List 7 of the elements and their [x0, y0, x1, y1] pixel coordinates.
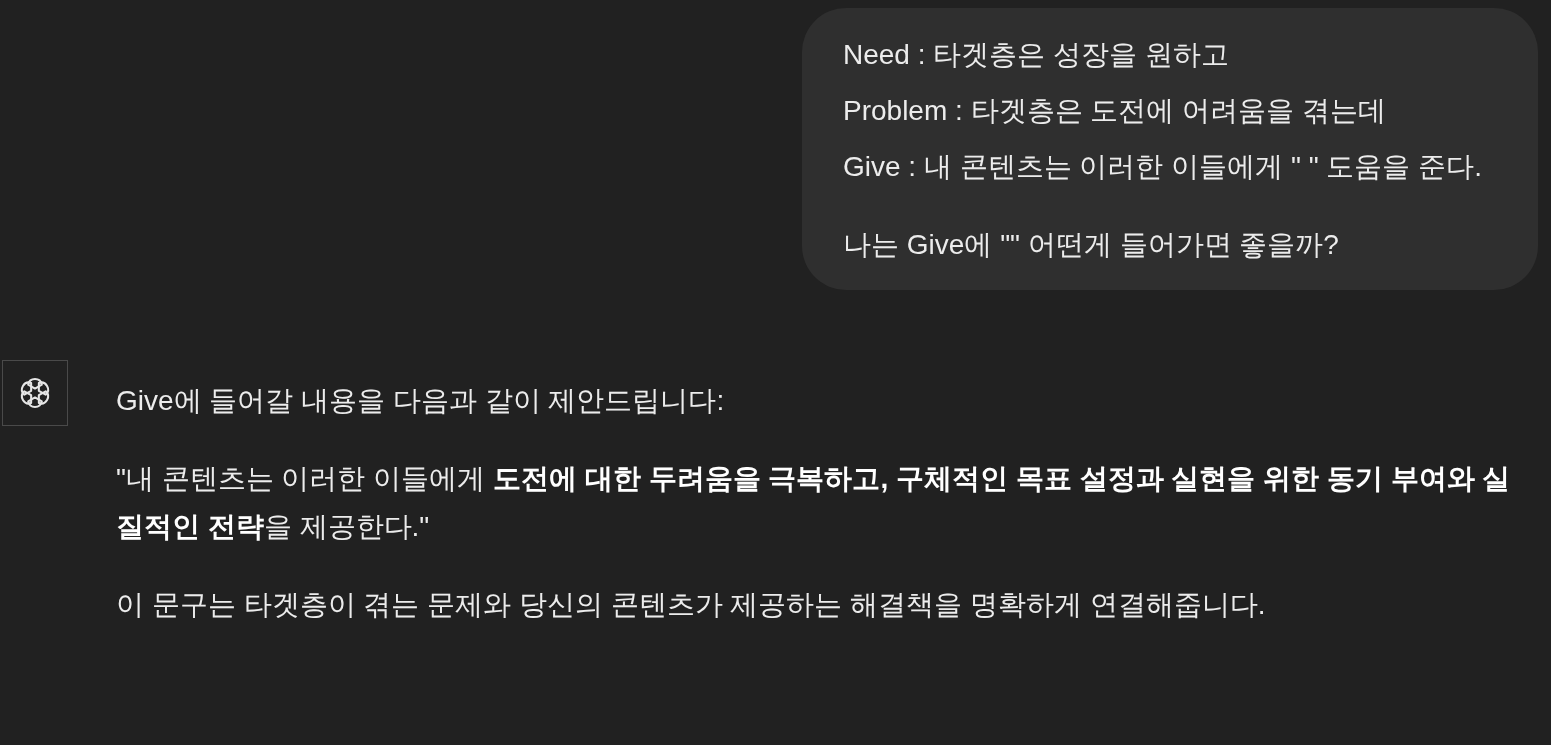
response-paragraph: "내 콘텐츠는 이러한 이들에게 도전에 대한 두려움을 극복하고, 구체적인 목표 설정과 실현을 위한 동기 부여와 실질적인 전략을 제공한다."	[116, 462, 1512, 544]
message-line: Need : 타겟층은 성장을 원하고	[843, 38, 1230, 72]
message-line: 나는 Give에 "" 어떤게 들어가면 좋을까?	[843, 228, 1340, 262]
response-paragraph: Give에 들어갈 내용을 다음과 같이 제안드립니다:	[116, 384, 726, 418]
message-line: Problem : 타겟층은 도전에 어려움을 겪는데	[843, 94, 1387, 128]
message-line: Give : 내 콘텐츠는 이러한 이들에게 " " 도움을 준다.	[843, 150, 1484, 184]
response-paragraph: 이 문구는 타겟층이 겪는 문제와 당신의 콘텐츠가 제공하는 해결책을 명확하게 연결해줍니다.	[116, 588, 1267, 622]
